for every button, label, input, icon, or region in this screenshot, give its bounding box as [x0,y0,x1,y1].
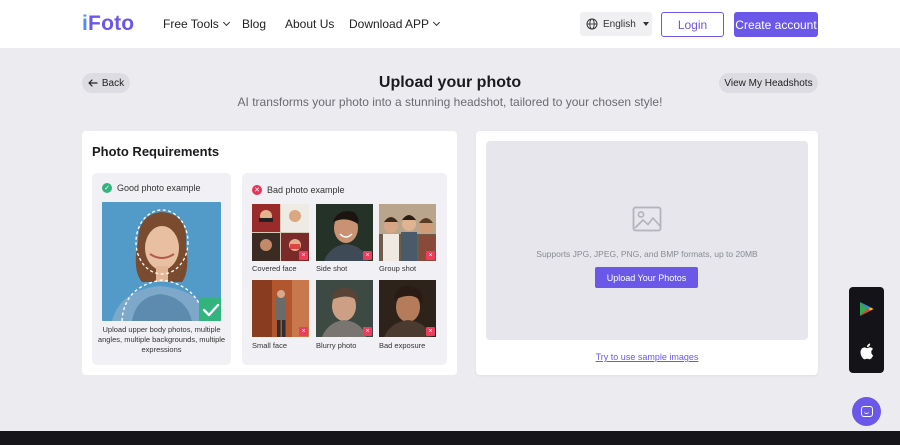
language-select[interactable]: English [580,12,652,36]
create-account-button[interactable]: Create account [734,12,818,37]
page-subtitle: AI transforms your photo into a stunning… [237,95,663,109]
nav-about-us[interactable]: About Us [285,17,334,31]
thumb-label: Bad exposure [379,341,426,350]
sample-images-link[interactable]: Try to use sample images [476,352,818,362]
thumb-label: Small face [252,341,288,350]
thumb-label: Covered face [252,264,297,273]
footer [0,431,900,445]
nav-download-app[interactable]: Download APP [349,17,441,31]
check-circle-icon: ✓ [102,183,112,193]
globe-icon [586,18,598,30]
chat-button[interactable] [852,397,881,426]
photo-requirements-card: Photo Requirements ✓ Good photo example [82,131,457,375]
login-button[interactable]: Login [661,12,724,37]
upload-photos-button[interactable]: Upload Your Photos [595,267,698,288]
top-nav: iFoto Free Tools Blog About Us Download … [0,0,900,48]
nav-blog[interactable]: Blog [242,17,266,31]
requirements-title: Photo Requirements [92,144,220,159]
thumb-label: Blurry photo [316,341,357,350]
logo[interactable]: iFoto [82,12,134,36]
x-icon: × [426,327,435,336]
thumb-label: Side shot [316,264,348,273]
x-icon: × [363,251,372,260]
x-icon: × [299,251,308,260]
bad-example-covered-face: × [252,204,309,261]
upload-dropzone[interactable]: Supports JPG, JPEG, PNG, and BMP formats… [486,141,808,340]
caret-down-icon [642,22,649,26]
nav-free-tools[interactable]: Free Tools [163,17,230,31]
bad-example-group-shot: × [379,204,436,261]
google-play-icon[interactable] [859,301,874,317]
view-my-headshots-button[interactable]: View My Headshots [719,73,818,93]
x-circle-icon: ✕ [252,185,262,195]
good-example-label: Good photo example [117,183,201,193]
bad-example-label: Bad photo example [267,185,345,195]
bad-example-side-shot: × [316,204,373,261]
good-example-caption: Upload upper body photos, multiple angle… [97,325,226,354]
x-icon: × [363,327,372,336]
bad-example-bad-exposure: × [379,280,436,337]
apple-icon[interactable] [859,343,874,360]
supported-formats-text: Supports JPG, JPEG, PNG, and BMP formats… [536,249,758,259]
upload-card: Supports JPG, JPEG, PNG, and BMP formats… [476,131,818,375]
image-icon [632,206,662,232]
bad-example-blurry-photo: × [316,280,373,337]
chevron-down-icon [222,18,230,27]
bad-example-panel: ✕ Bad photo example × Covered face × Sid… [242,173,447,365]
chat-icon [860,406,873,417]
good-example-panel: ✓ Good photo example Upload upper body p… [92,173,231,365]
app-download-panel [849,287,884,373]
bad-example-small-face: × [252,280,309,337]
x-icon: × [299,327,308,336]
chevron-down-icon [433,18,441,27]
x-icon: × [426,251,435,260]
thumb-label: Group shot [379,264,417,273]
good-example-photo [102,202,221,321]
